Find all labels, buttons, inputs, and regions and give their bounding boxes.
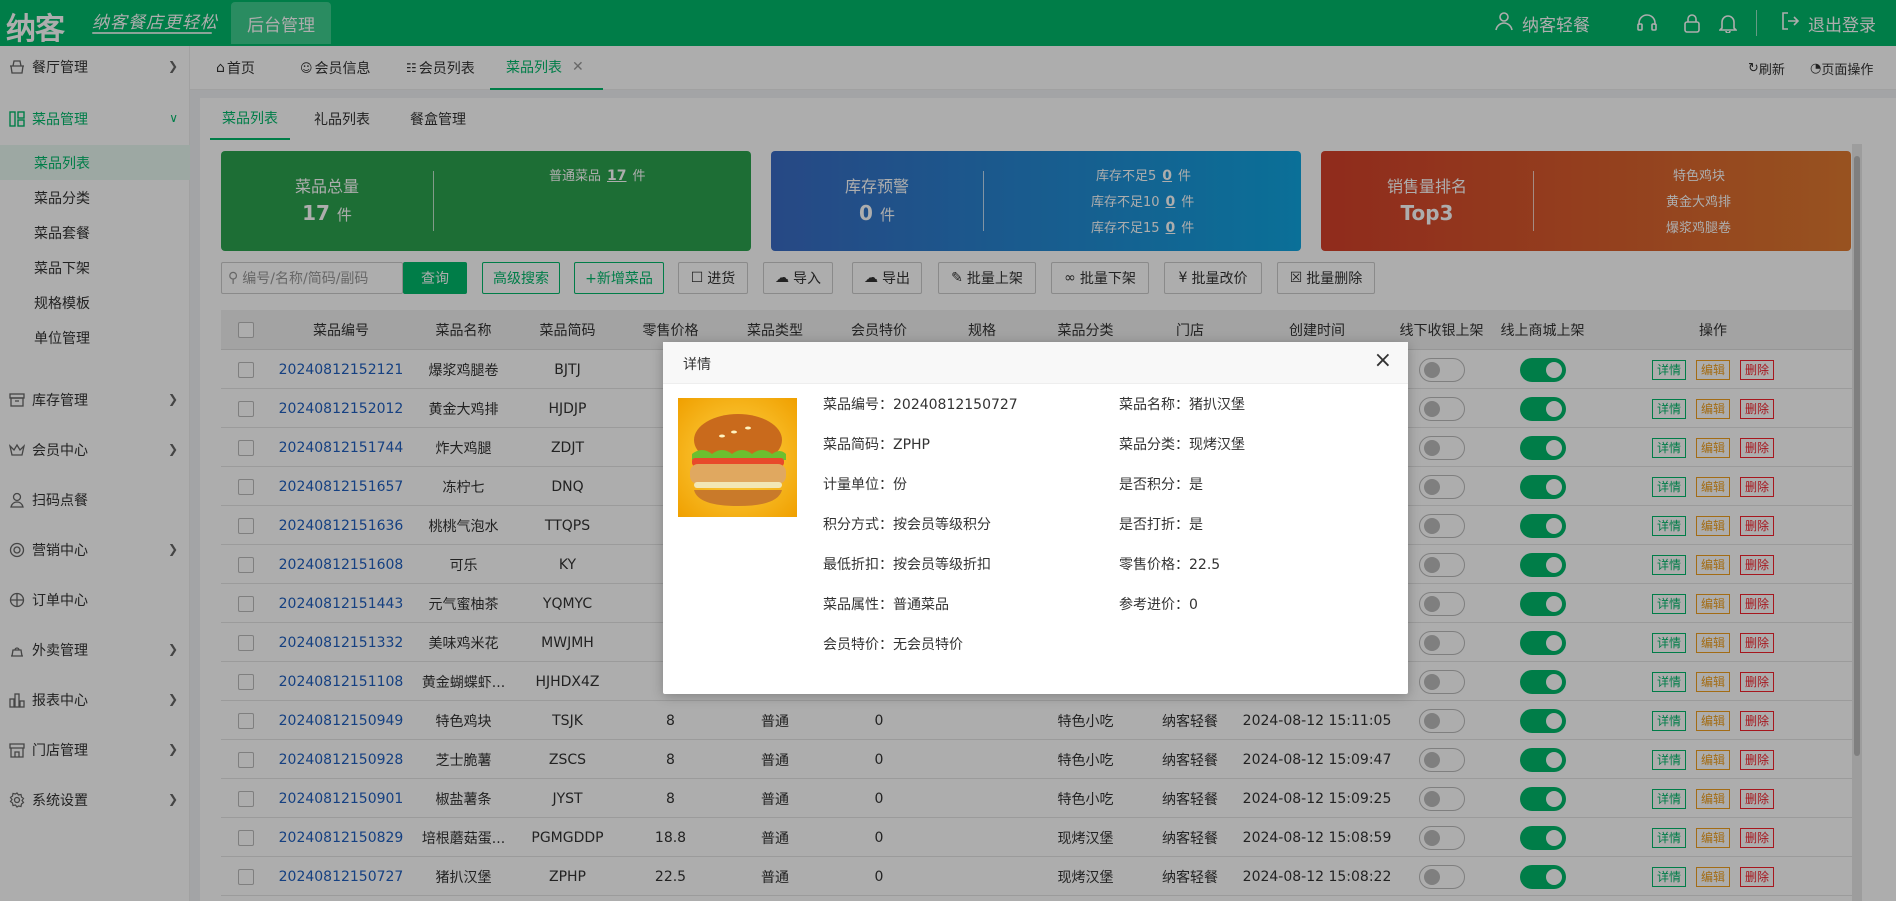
field-unit: 计量单位：份 <box>823 474 907 494</box>
label: 零售价格： <box>1119 557 1189 573</box>
value: 是 <box>1189 517 1203 533</box>
label: 计量单位： <box>823 477 893 493</box>
label: 菜品编号： <box>823 397 893 413</box>
field-retail-price: 零售价格：22.5 <box>1119 554 1220 574</box>
field-points-mode: 积分方式：按会员等级积分 <box>823 514 991 534</box>
value: 按会员等级积分 <box>893 517 991 533</box>
field-ref-cost: 参考进价：0 <box>1119 594 1198 614</box>
field-min-discount: 最低折扣：按会员等级折扣 <box>823 554 991 574</box>
label: 积分方式： <box>823 517 893 533</box>
field-dish-category: 菜品分类：现烤汉堡 <box>1119 434 1245 454</box>
close-icon[interactable]: × <box>1374 348 1392 373</box>
label: 是否积分： <box>1119 477 1189 493</box>
value: 普通菜品 <box>893 597 949 613</box>
field-has-points: 是否积分：是 <box>1119 474 1203 494</box>
value: 22.5 <box>1189 557 1221 573</box>
label: 菜品名称： <box>1119 397 1189 413</box>
value: 0 <box>1189 597 1198 613</box>
value: ZPHP <box>893 437 931 453</box>
field-dish-abbr: 菜品简码：ZPHP <box>823 434 930 454</box>
value: 猪扒汉堡 <box>1189 397 1245 413</box>
field-dish-name: 菜品名称：猪扒汉堡 <box>1119 394 1245 414</box>
label: 最低折扣： <box>823 557 893 573</box>
value: 按会员等级折扣 <box>893 557 991 573</box>
value: 20240812150727 <box>893 397 1018 413</box>
label: 会员特价： <box>823 637 893 653</box>
field-member-price: 会员特价：无会员特价 <box>823 634 963 654</box>
value: 现烤汉堡 <box>1189 437 1245 453</box>
field-dish-attr: 菜品属性：普通菜品 <box>823 594 949 614</box>
label: 菜品分类： <box>1119 437 1189 453</box>
value: 无会员特价 <box>893 637 963 653</box>
label: 是否打折： <box>1119 517 1189 533</box>
value: 是 <box>1189 477 1203 493</box>
label: 菜品简码： <box>823 437 893 453</box>
modal-header: 详情 × <box>663 342 1408 384</box>
modal-title: 详情 <box>683 357 711 373</box>
label: 菜品属性： <box>823 597 893 613</box>
detail-modal: 详情 × 菜品编号：20240812150727 菜品简码：ZPHP 计量单位：… <box>663 342 1408 694</box>
value: 份 <box>893 477 907 493</box>
label: 参考进价： <box>1119 597 1189 613</box>
field-dish-code: 菜品编号：20240812150727 <box>823 394 1018 414</box>
dish-image <box>678 398 797 517</box>
field-has-discount: 是否打折：是 <box>1119 514 1203 534</box>
